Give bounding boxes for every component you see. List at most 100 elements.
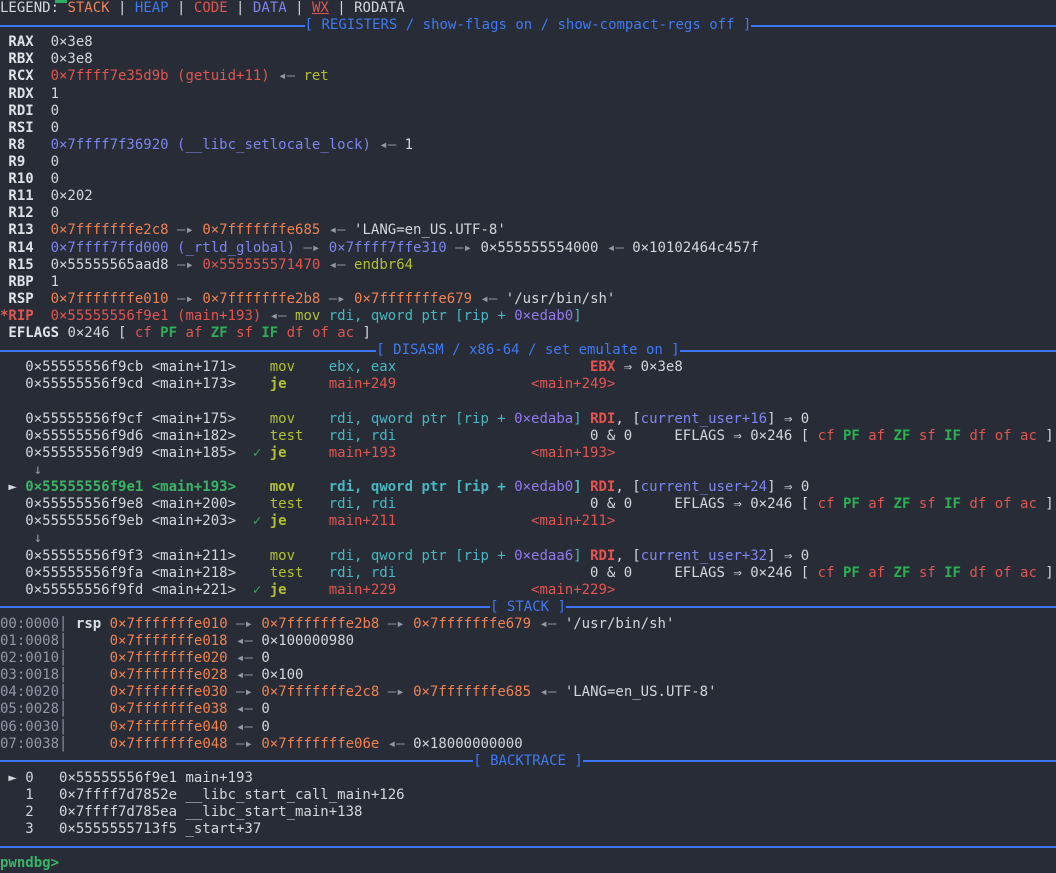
text-segment bbox=[303, 428, 328, 444]
text-segment: ] bbox=[573, 479, 581, 495]
text-segment: rdi, rdi bbox=[329, 428, 396, 444]
register-r10: R10 0 bbox=[0, 171, 1056, 188]
text-segment bbox=[101, 616, 109, 632]
text-segment: WX bbox=[312, 0, 329, 16]
text-segment: —▸ bbox=[295, 240, 329, 256]
text-segment: ] bbox=[1037, 428, 1054, 444]
text-segment: *RIP bbox=[0, 308, 51, 324]
text-segment: ⇒ 0×3e8 bbox=[615, 359, 682, 375]
text-segment: PF bbox=[843, 428, 868, 444]
prompt-label[interactable]: pwndbg> bbox=[0, 855, 59, 871]
text-segment: 0×55555556f9eb <main+203> bbox=[0, 513, 253, 529]
text-segment: current_user+24 bbox=[641, 479, 767, 495]
text-segment: 0×55555556f9f3 <main+211> bbox=[0, 548, 270, 564]
text-segment: RODATA bbox=[354, 0, 405, 16]
text-segment: 05:0028 bbox=[0, 701, 59, 717]
text-segment: ebx, eax bbox=[329, 359, 396, 375]
text-segment bbox=[396, 513, 531, 529]
backtrace-section-header: [ BACKTRACE ] bbox=[0, 753, 1056, 770]
text-segment: 'LANG=en_US.UTF-8' bbox=[354, 222, 506, 238]
terminal-screen: LEGEND: STACK | HEAP | CODE | DATA | WX … bbox=[0, 0, 1056, 873]
stack-row: 01:0008│ 0×7fffffffe018 ◂— 0×100000980 bbox=[0, 633, 1056, 650]
registers-section-header: [ REGISTERS / show-flags on / show-compa… bbox=[0, 17, 1056, 34]
disasm-line: 0×55555556f9eb <main+203> ✓ je main+211 … bbox=[0, 513, 1056, 530]
text-segment: RDI bbox=[590, 548, 615, 564]
text-segment: 0×3e8 bbox=[51, 51, 93, 67]
text-segment: ◂— bbox=[379, 736, 413, 752]
text-segment: 0×7fffffffe2b8 bbox=[202, 291, 320, 307]
separator-line bbox=[0, 606, 490, 608]
text-segment: 0 bbox=[51, 205, 59, 221]
text-segment: 0×7fffffffe2c8 bbox=[261, 684, 379, 700]
text-segment: 0 bbox=[261, 650, 269, 666]
text-segment: 0×55555556f9e1 <main+193> bbox=[25, 479, 236, 495]
register-rsi: RSI 0 bbox=[0, 120, 1056, 137]
text-segment: —▸ bbox=[379, 616, 413, 632]
text-segment: 02:0010 bbox=[0, 650, 59, 666]
text-segment: 04:0020 bbox=[0, 684, 59, 700]
text-segment: ► bbox=[0, 770, 25, 786]
stack-row: 00:0000│ rsp 0×7fffffffe010 —▸ 0×7ffffff… bbox=[0, 616, 1056, 633]
register-rdx: RDX 1 bbox=[0, 86, 1056, 103]
text-segment: 0×7fffffffe010 bbox=[51, 291, 169, 307]
text-segment bbox=[67, 719, 109, 735]
register-r9: R9 0 bbox=[0, 154, 1056, 171]
separator-line bbox=[0, 846, 1056, 848]
text-segment: 0 bbox=[51, 171, 59, 187]
text-segment: sf bbox=[919, 496, 944, 512]
text-segment: ] bbox=[354, 325, 371, 341]
text-segment: 0×7ffff7ffe310 bbox=[329, 240, 447, 256]
disasm-line: 0×55555556f9d6 <main+182> test rdi, rdi … bbox=[0, 428, 1056, 445]
text-segment: 0×7fffffffe030 bbox=[110, 684, 228, 700]
terminal-lines: LEGEND: STACK | HEAP | CODE | DATA | WX … bbox=[0, 0, 1056, 855]
text-segment: ◂— bbox=[228, 667, 262, 683]
clipped-previous-line-artifact bbox=[55, 0, 67, 3]
text-segment: 0×7fffffffe020 bbox=[110, 650, 228, 666]
text-segment: ◂— bbox=[598, 240, 632, 256]
text-segment bbox=[303, 565, 328, 581]
text-segment: endbr64 bbox=[354, 257, 413, 273]
text-segment: 0×7fffffffe2b8 bbox=[261, 616, 379, 632]
separator-line bbox=[680, 350, 1056, 352]
text-segment: 0×edaa6 bbox=[514, 548, 573, 564]
disasm-line: 0×55555556f9cd <main+173> je main+249 <m… bbox=[0, 376, 1056, 393]
text-segment: ] bbox=[573, 548, 581, 564]
text-segment: DATA bbox=[253, 0, 287, 16]
text-segment: ◂— bbox=[228, 650, 262, 666]
text-segment: 0×55555556f9fa <main+218> bbox=[0, 565, 270, 581]
disasm-line: 0×55555556f9fa <main+218> test rdi, rdi … bbox=[0, 565, 1056, 582]
text-segment: ] bbox=[573, 411, 581, 427]
text-segment bbox=[287, 445, 329, 461]
text-segment: ac bbox=[1020, 428, 1037, 444]
text-segment bbox=[396, 565, 590, 581]
disasm-line: 0×55555556f9fd <main+221> ✓ je main+229 … bbox=[0, 582, 1056, 599]
text-segment: | bbox=[329, 0, 354, 16]
text-segment: EBX bbox=[590, 359, 615, 375]
section-header-label: [ DISASM / x86-64 / set emulate on ] bbox=[376, 342, 679, 359]
text-segment: —▸ bbox=[169, 291, 203, 307]
text-segment: je bbox=[270, 582, 287, 598]
register-eflags: EFLAGS 0×246 [ cf PF af ZF sf IF df of a… bbox=[0, 325, 1056, 342]
text-segment: 0 0×55555556f9e1 main+193 bbox=[25, 770, 253, 786]
text-segment: ] bbox=[573, 308, 581, 324]
legend-line: LEGEND: STACK | HEAP | CODE | DATA | WX … bbox=[0, 0, 1056, 17]
text-segment: sf bbox=[236, 325, 261, 341]
register-r11: R11 0×202 bbox=[0, 188, 1056, 205]
text-segment: EFLAGS ⇒ 0×246 [ bbox=[632, 565, 817, 581]
text-segment: R8 bbox=[0, 137, 51, 153]
text-segment: test bbox=[270, 565, 304, 581]
text-segment: R11 bbox=[0, 188, 51, 204]
text-segment: ac bbox=[1020, 565, 1037, 581]
register-r8: R8 0×7ffff7f36920 (__libc_setlocale_lock… bbox=[0, 137, 1056, 154]
register-r14: R14 0×7ffff7ffd000 (_rtld_global) —▸ 0×7… bbox=[0, 240, 1056, 257]
text-segment: | bbox=[110, 0, 135, 16]
text-segment: 0×55555556f9d9 <main+185> bbox=[0, 445, 253, 461]
text-segment: PF bbox=[843, 565, 868, 581]
text-segment: 0×55555556f9cb <main+171> bbox=[0, 359, 270, 375]
text-segment: test bbox=[270, 428, 304, 444]
text-segment: rdi, qword ptr [rip + bbox=[329, 308, 514, 324]
disasm-fallthrough-arrow: ↓ bbox=[0, 462, 1056, 479]
separator-line bbox=[0, 760, 473, 762]
text-segment: EFLAGS bbox=[0, 325, 67, 341]
text-segment: STACK bbox=[67, 0, 109, 16]
